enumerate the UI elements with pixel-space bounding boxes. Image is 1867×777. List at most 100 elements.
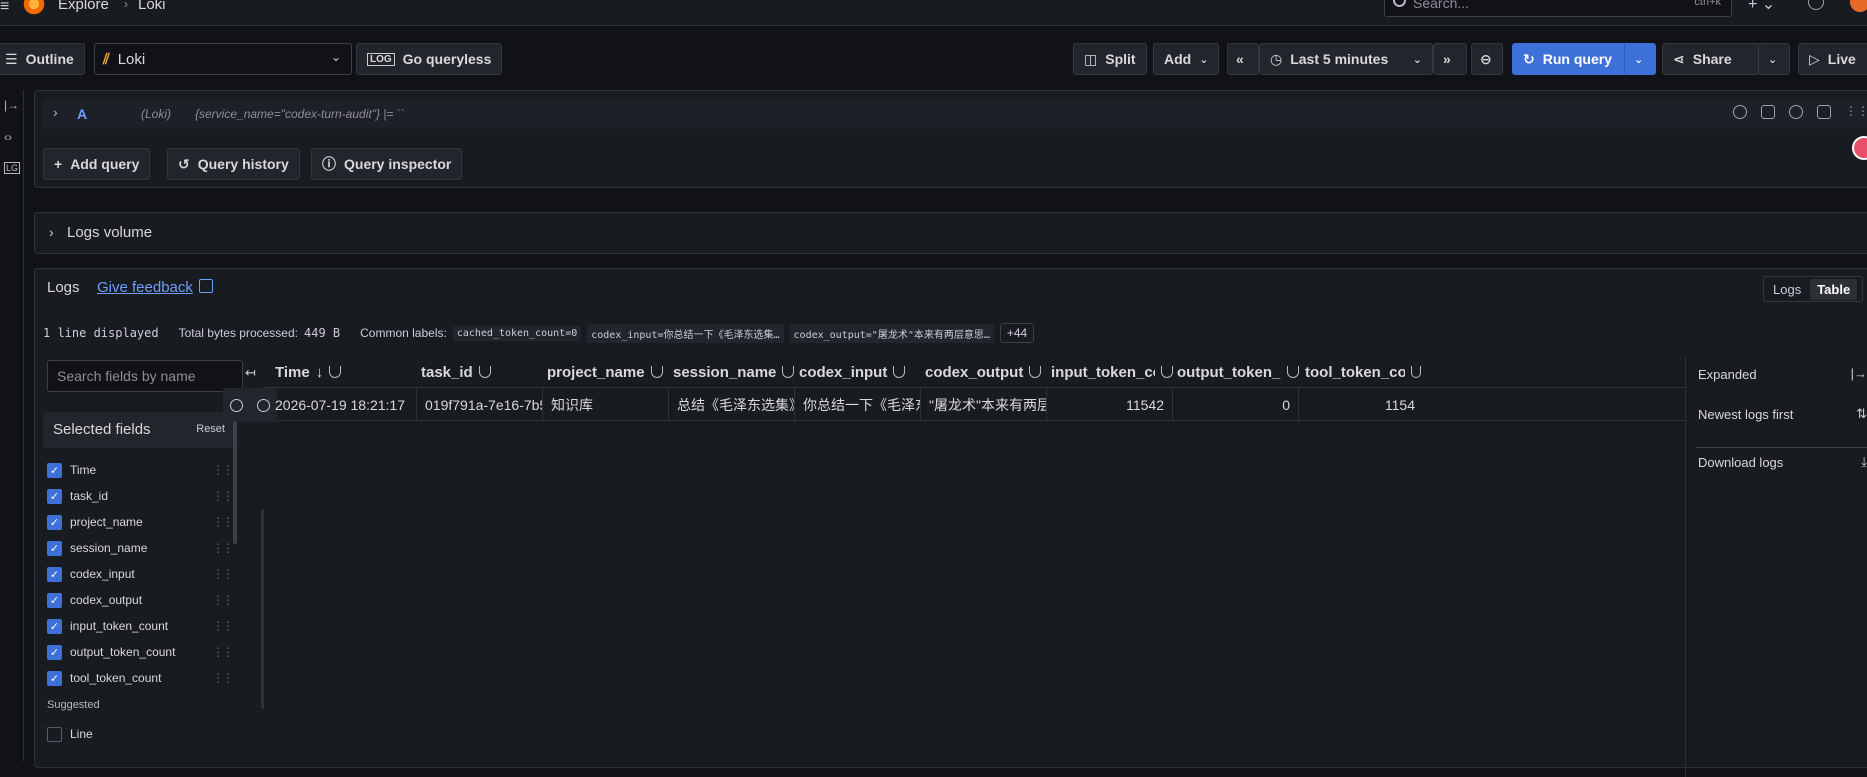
filter-icon[interactable] — [329, 366, 342, 378]
trash-icon[interactable] — [1817, 105, 1831, 119]
view-logs-option[interactable]: Logs — [1766, 279, 1808, 300]
time-forward-button[interactable]: » — [1433, 43, 1467, 75]
sort-icon[interactable]: ⇅ — [1856, 406, 1867, 422]
drag-handle-icon[interactable]: ⋮⋮ — [212, 489, 234, 503]
field-item[interactable]: ✓ project_name ⋮⋮ — [47, 509, 234, 535]
live-button[interactable]: ▷ Live — [1798, 43, 1867, 75]
field-item[interactable]: ✓ session_name ⋮⋮ — [47, 535, 234, 561]
column-header[interactable]: input_token_count — [1051, 357, 1173, 387]
fields-scrollbar[interactable] — [233, 414, 237, 544]
logs-icon[interactable]: LG — [4, 162, 21, 174]
download-logs-option[interactable]: Download logs — [1698, 455, 1783, 470]
field-item[interactable]: ✓ codex_input ⋮⋮ — [47, 561, 234, 587]
filter-icon[interactable] — [782, 366, 795, 378]
filter-icon[interactable] — [1287, 366, 1299, 378]
drag-handle-icon[interactable]: ⋮⋮ — [212, 463, 234, 477]
add-button[interactable]: Add ⌄ — [1153, 43, 1220, 75]
filter-icon[interactable] — [478, 366, 491, 378]
field-item[interactable]: ✓ task_id ⋮⋮ — [47, 483, 234, 509]
new-menu-button[interactable]: + ⌄ — [1748, 0, 1775, 14]
checkbox-checked-icon[interactable]: ✓ — [47, 670, 62, 686]
column-header[interactable]: session_name — [673, 357, 795, 387]
filter-icon[interactable] — [1161, 366, 1173, 378]
drag-handle-icon[interactable]: ⋮⋮ — [212, 593, 234, 607]
collapse-sidebar-icon[interactable]: ↤ — [245, 365, 256, 381]
filter-icon[interactable] — [1029, 366, 1042, 378]
add-query-button[interactable]: + Add query — [43, 148, 151, 180]
column-header[interactable]: output_token_count — [1177, 357, 1299, 387]
checkbox-checked-icon[interactable]: ✓ — [47, 488, 62, 504]
help-icon[interactable] — [1733, 105, 1747, 119]
more-labels-button[interactable]: +44 — [999, 323, 1035, 343]
table-cell[interactable]: 知识库 — [543, 388, 669, 422]
drag-handle-icon[interactable]: ⋮⋮ — [212, 619, 234, 633]
share-button[interactable]: ⋖ Share — [1662, 43, 1760, 75]
share-options-button[interactable]: ⌄ — [1758, 43, 1790, 75]
checkbox-checked-icon[interactable]: ✓ — [47, 644, 62, 660]
drag-handle-icon[interactable]: ⋮⋮ — [212, 541, 234, 555]
breadcrumb-explore[interactable]: Explore — [58, 0, 109, 13]
expand-icon[interactable]: |→ — [1851, 366, 1867, 381]
time-range-picker[interactable]: ◷ Last 5 minutes ⌄ — [1259, 43, 1433, 75]
filter-icon[interactable] — [650, 366, 663, 378]
table-row[interactable]: 2026-07-19 18:21:17 019f791a-7e16-7b53- … — [223, 387, 1685, 422]
field-item[interactable]: Line — [47, 721, 232, 747]
column-header[interactable]: codex_output — [925, 357, 1047, 387]
filter-icon[interactable] — [1411, 366, 1421, 378]
eye-icon[interactable] — [1789, 105, 1803, 119]
checkbox-checked-icon[interactable]: ✓ — [47, 514, 62, 530]
help-icon[interactable] — [1808, 0, 1824, 10]
column-header[interactable]: codex_input — [799, 357, 921, 387]
field-item[interactable]: ✓ input_token_count ⋮⋮ — [47, 613, 234, 639]
column-header[interactable]: Time ↓ — [275, 357, 415, 387]
table-cell[interactable]: 1154 — [1299, 388, 1415, 422]
search-input[interactable]: Search... ctrl+k — [1384, 0, 1732, 17]
eye-icon[interactable] — [230, 398, 243, 412]
drag-handle-icon[interactable]: ⋮⋮ — [212, 645, 234, 659]
table-cell[interactable]: "屠龙术"本来有两层意思 — [921, 388, 1047, 422]
checkbox-checked-icon[interactable]: ✓ — [47, 566, 62, 582]
column-header[interactable]: tool_token_count — [1305, 357, 1421, 387]
avatar[interactable] — [1850, 0, 1867, 12]
download-icon[interactable]: ⤓ — [1861, 454, 1867, 470]
checkbox-checked-icon[interactable]: ✓ — [47, 462, 62, 478]
menu-icon[interactable]: ≡ — [0, 0, 14, 16]
expanded-option[interactable]: Expanded — [1698, 367, 1757, 382]
drag-handle-icon[interactable]: ⋮⋮ — [1845, 105, 1867, 119]
checkbox-checked-icon[interactable]: ✓ — [47, 592, 62, 608]
field-item[interactable]: ✓ codex_output ⋮⋮ — [47, 587, 234, 613]
table-cell[interactable]: 019f791a-7e16-7b53- — [417, 388, 543, 422]
table-cell[interactable]: 总结《毛泽东选集》第 — [669, 388, 795, 422]
checkbox-unchecked-icon[interactable] — [47, 726, 62, 742]
query-expression[interactable]: {service_name="codex-turn-audit"} |= `` — [195, 107, 405, 121]
field-search-input[interactable] — [47, 360, 243, 392]
drag-handle-icon[interactable]: ⋮⋮ — [212, 515, 234, 529]
split-button[interactable]: ◫ Split — [1073, 43, 1147, 75]
reset-button[interactable]: Reset — [196, 423, 225, 435]
checkbox-checked-icon[interactable]: ✓ — [47, 618, 62, 634]
go-queryless-button[interactable]: LOG Go queryless — [356, 43, 503, 75]
grafana-logo[interactable] — [22, 0, 46, 16]
collapse-query-icon[interactable]: › — [53, 104, 58, 120]
code-icon[interactable]: ‹› — [4, 130, 12, 144]
view-table-option[interactable]: Table — [1810, 278, 1858, 300]
table-scrollbar[interactable] — [261, 509, 264, 709]
logs-volume-panel[interactable]: › Logs volume — [34, 212, 1867, 254]
expand-pane-icon[interactable]: |→ — [4, 98, 19, 112]
newest-first-option[interactable]: Newest logs first — [1698, 407, 1793, 422]
duplicate-icon[interactable] — [1761, 105, 1775, 119]
table-cell[interactable]: 2026-07-19 18:21:17 — [267, 388, 417, 422]
filter-icon[interactable] — [893, 366, 906, 378]
sort-desc-icon[interactable]: ↓ — [316, 364, 324, 381]
query-inspector-button[interactable]: ⓘ Query inspector — [311, 148, 463, 180]
drag-handle-icon[interactable]: ⋮⋮ — [212, 671, 234, 685]
column-header[interactable]: task_id — [421, 357, 543, 387]
drag-handle-icon[interactable]: ⋮⋮ — [212, 567, 234, 581]
table-cell[interactable]: 0 — [1173, 388, 1299, 422]
zoom-out-button[interactable]: ⊖ — [1471, 43, 1503, 75]
give-feedback-link[interactable]: Give feedback — [97, 279, 193, 296]
time-back-button[interactable]: « — [1227, 43, 1259, 75]
field-item[interactable]: ✓ tool_token_count ⋮⋮ — [47, 665, 234, 691]
query-ref-id[interactable]: A — [77, 106, 87, 122]
field-item[interactable]: ✓ Time ⋮⋮ — [47, 457, 234, 483]
